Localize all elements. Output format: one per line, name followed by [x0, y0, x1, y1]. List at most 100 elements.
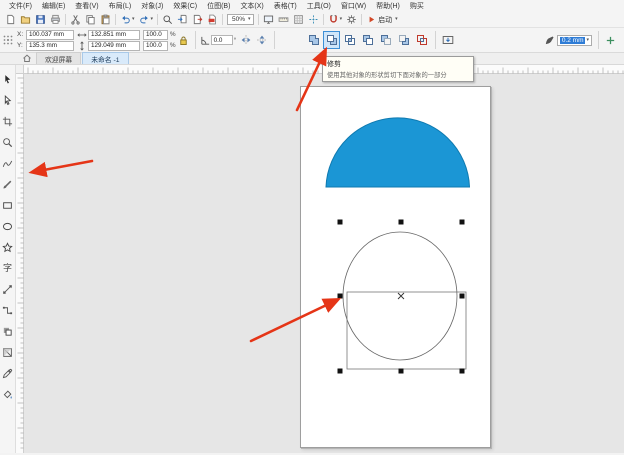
y-position-field[interactable]: 135.3 mm: [26, 41, 74, 51]
rectangle-tool[interactable]: [0, 195, 16, 216]
intersect-button[interactable]: [341, 31, 358, 49]
removefront-icon: [380, 34, 392, 46]
connector-tool[interactable]: [0, 300, 16, 321]
drop-shadow-tool[interactable]: [0, 321, 16, 342]
mirror-horizontal-button[interactable]: [238, 31, 254, 49]
menu-object[interactable]: 对象(J): [136, 0, 168, 12]
eyedropper-icon: [2, 368, 13, 379]
open-button[interactable]: [18, 13, 33, 27]
document-tabs: 欢迎屏幕未命名 -1: [0, 53, 624, 65]
scale-y-field[interactable]: 100.0: [143, 41, 168, 51]
cut-icon: [70, 14, 81, 25]
text-tool[interactable]: 字: [0, 258, 16, 279]
drawing-canvas[interactable]: [24, 74, 624, 453]
scale-fields: 100.0 % 100.0 %: [143, 29, 176, 51]
scale-x-field[interactable]: 100.0: [143, 30, 168, 40]
pick-tool[interactable]: [0, 69, 16, 90]
save-button[interactable]: [33, 13, 48, 27]
new-document-button[interactable]: [3, 13, 18, 27]
grid-icon: [293, 14, 304, 25]
menu-help[interactable]: 帮助(H): [371, 0, 405, 12]
removeback-icon: [398, 34, 410, 46]
dimension-icon: [2, 284, 13, 295]
artistic-media-tool[interactable]: [0, 174, 16, 195]
menu-tools[interactable]: 工具(O): [302, 0, 336, 12]
chevron-down-icon: ▾: [586, 38, 589, 43]
undo-button[interactable]: ▾: [118, 13, 137, 27]
publish-pdf-button[interactable]: [205, 13, 220, 27]
object-height-icon: [77, 41, 87, 51]
weld-button[interactable]: [305, 31, 322, 49]
mirror-vertical-button[interactable]: [254, 31, 270, 49]
cut-button[interactable]: [68, 13, 83, 27]
zoom-level-value: 50%: [230, 16, 247, 23]
x-position-field[interactable]: 100.037 mm: [26, 30, 74, 40]
outline-width-combo[interactable]: 0.2 mm ▾: [557, 35, 592, 46]
polygon-tool[interactable]: [0, 237, 16, 258]
tab-welcome-label: 欢迎屏幕: [45, 54, 72, 64]
shape-tool[interactable]: [0, 90, 16, 111]
trim-button[interactable]: [323, 31, 340, 49]
freehand-tool[interactable]: [0, 153, 16, 174]
menu-buy[interactable]: 购买: [405, 0, 429, 12]
full-screen-preview-button[interactable]: [261, 13, 276, 27]
object-width-field[interactable]: 132.851 mm: [88, 30, 140, 40]
launch-button[interactable]: 启动▾: [364, 13, 401, 26]
lock-ratio-button[interactable]: [176, 31, 191, 49]
crop-tool[interactable]: [0, 111, 16, 132]
menu-layout[interactable]: 布局(L): [104, 0, 137, 12]
intersect-icon: [344, 34, 356, 46]
rotation-angle-field[interactable]: 0.0: [211, 35, 233, 45]
trim-tooltip: 修剪 使用其他对象的形状剪切下面对象的一部分: [322, 56, 474, 82]
menu-view[interactable]: 查看(V): [70, 0, 103, 12]
menu-table[interactable]: 表格(T): [269, 0, 302, 12]
dimension-tool[interactable]: [0, 279, 16, 300]
shaping-buttons-group: [305, 31, 431, 49]
y-label: Y:: [17, 42, 25, 49]
show-grid-button[interactable]: [291, 13, 306, 27]
quick-customize-button[interactable]: [603, 31, 618, 49]
zoom-level-combo[interactable]: 50%▾: [227, 14, 254, 25]
ellipsetool-icon: [2, 221, 13, 232]
copy-button[interactable]: [83, 13, 98, 27]
tab-welcome[interactable]: 欢迎屏幕: [36, 52, 81, 64]
redo-button[interactable]: ▾: [137, 13, 156, 27]
object-height-field[interactable]: 129.049 mm: [88, 41, 140, 51]
menu-text[interactable]: 文本(X): [235, 0, 268, 12]
menu-window[interactable]: 窗口(W): [336, 0, 371, 12]
simplify-button[interactable]: [359, 31, 376, 49]
ellipse-tool[interactable]: [0, 216, 16, 237]
paste-button[interactable]: [98, 13, 113, 27]
import-button[interactable]: [175, 13, 190, 27]
snap-to-button[interactable]: ▾: [326, 13, 345, 27]
menu-bitmaps[interactable]: 位图(B): [202, 0, 235, 12]
tab-untitled-1[interactable]: 未命名 -1: [82, 52, 128, 64]
standard-toolbar: ▾▾50%▾▾启动▾: [0, 12, 624, 28]
menu-effects[interactable]: 效果(C): [168, 0, 202, 12]
show-guidelines-button[interactable]: [306, 13, 321, 27]
options-button[interactable]: [344, 13, 359, 27]
color-eyedropper-tool[interactable]: [0, 363, 16, 384]
fullscreen-icon: [263, 14, 274, 25]
home-button[interactable]: [22, 53, 32, 63]
search-button[interactable]: [160, 13, 175, 27]
menu-edit[interactable]: 编辑(E): [37, 0, 70, 12]
show-rulers-button[interactable]: [276, 13, 291, 27]
remove-back-button[interactable]: [395, 31, 412, 49]
interactive-fill-tool[interactable]: [0, 384, 16, 405]
transparency-tool[interactable]: [0, 342, 16, 363]
redo-icon: [139, 14, 150, 25]
powerclip-button[interactable]: [440, 31, 456, 49]
snap-icon: [328, 14, 339, 25]
menu-file[interactable]: 文件(F): [4, 0, 37, 12]
export-button[interactable]: [190, 13, 205, 27]
document-page[interactable]: [300, 86, 491, 448]
print-button[interactable]: [48, 13, 63, 27]
create-boundary-button[interactable]: [413, 31, 430, 49]
remove-front-button[interactable]: [377, 31, 394, 49]
recttool-icon: [2, 200, 13, 211]
export-icon: [192, 14, 203, 25]
zoom-tool[interactable]: [0, 132, 16, 153]
vertical-ruler[interactable]: [16, 74, 24, 453]
degree-label: °: [234, 37, 237, 44]
